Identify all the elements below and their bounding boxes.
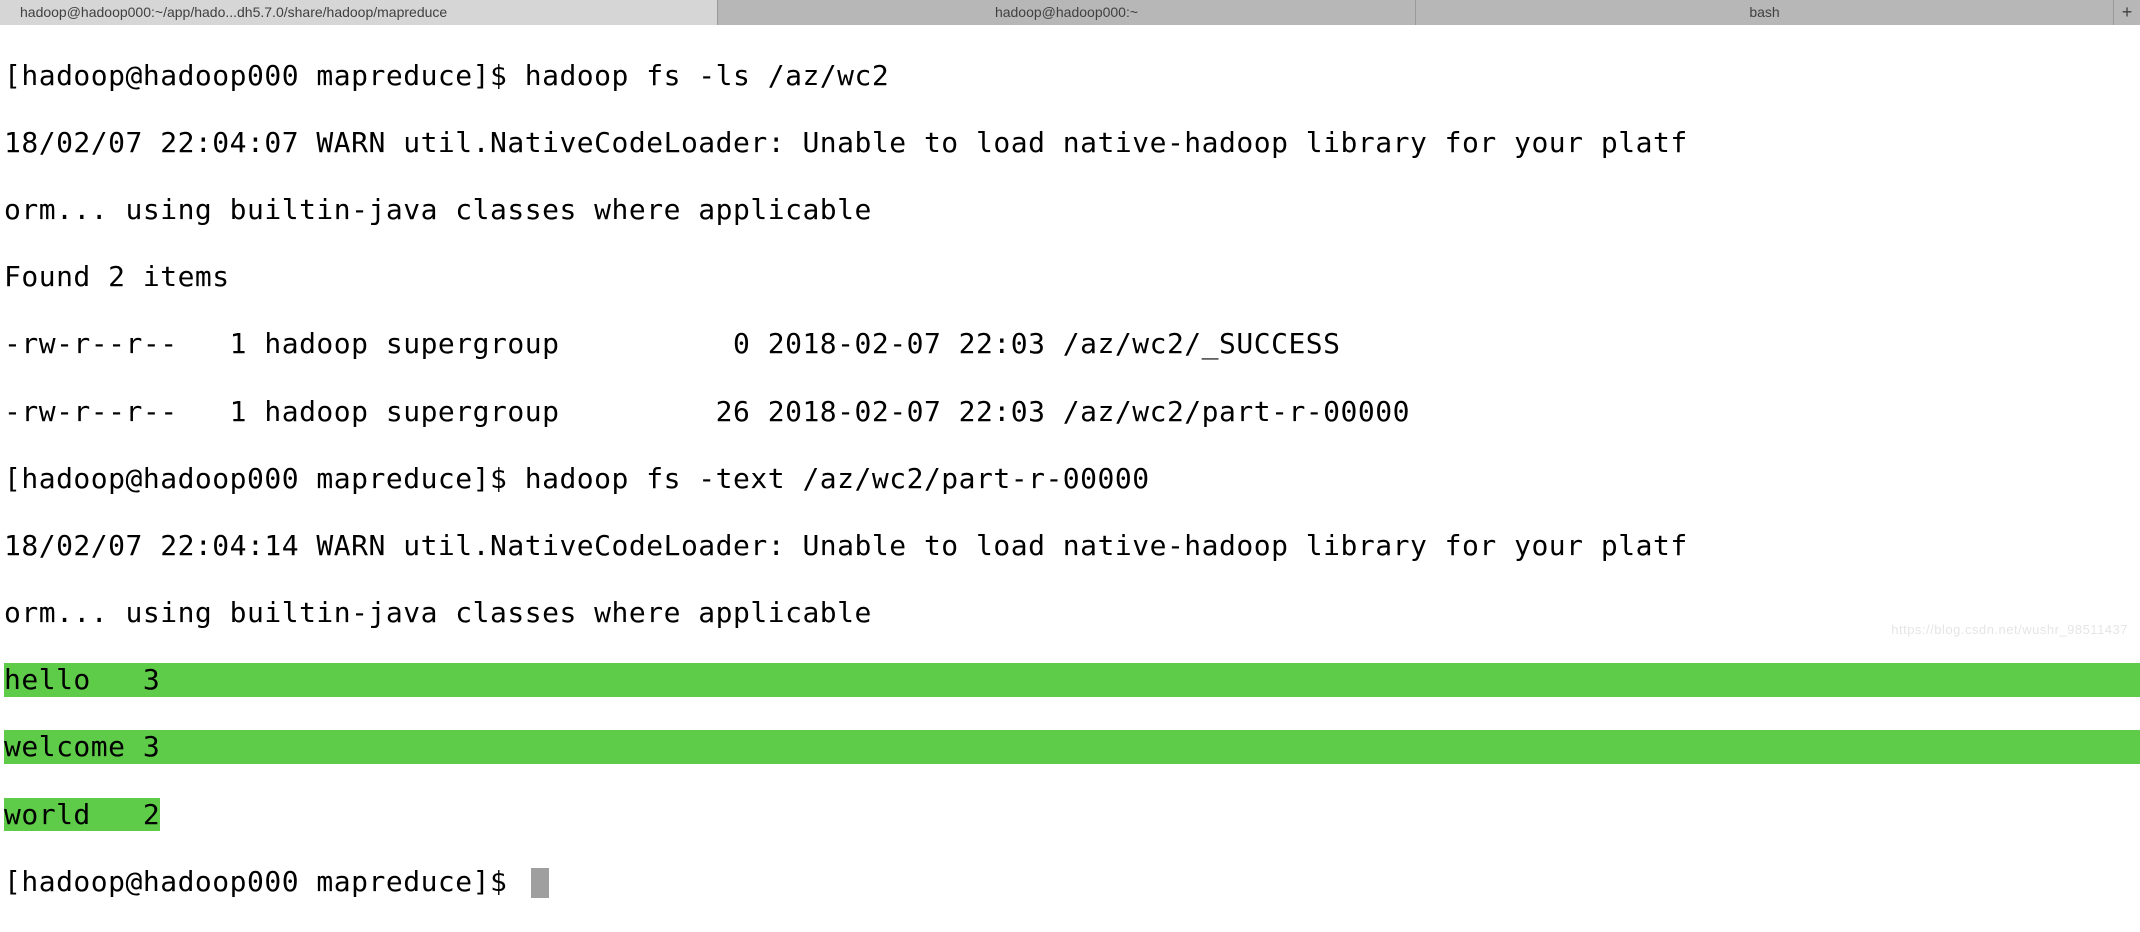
terminal-line: [hadoop@hadoop000 mapreduce]$ hadoop fs … (0, 462, 2140, 496)
tab-inactive-2[interactable]: bash (1416, 0, 2114, 25)
terminal-line: -rw-r--r-- 1 hadoop supergroup 0 2018-02… (0, 327, 2140, 361)
tab-active[interactable]: hadoop@hadoop000:~/app/hado...dh5.7.0/sh… (0, 0, 718, 25)
terminal-line-highlight: world 2 (0, 798, 2140, 832)
selected-text: welcome 3 (4, 730, 2140, 764)
tab-label: hadoop@hadoop000:~ (995, 4, 1138, 21)
tab-inactive-1[interactable]: hadoop@hadoop000:~ (718, 0, 1416, 25)
terminal-line: orm... using builtin-java classes where … (0, 596, 2140, 630)
terminal-line: Found 2 items (0, 260, 2140, 294)
prompt-text: [hadoop@hadoop000 mapreduce]$ (4, 865, 525, 898)
selected-text: world 2 (4, 798, 160, 831)
terminal-line: orm... using builtin-java classes where … (0, 193, 2140, 227)
tab-label: hadoop@hadoop000:~/app/hado...dh5.7.0/sh… (20, 4, 447, 21)
terminal-output[interactable]: [hadoop@hadoop000 mapreduce]$ hadoop fs … (0, 25, 2140, 932)
selected-text: hello 3 (4, 663, 2140, 697)
terminal-line: 18/02/07 22:04:07 WARN util.NativeCodeLo… (0, 126, 2140, 160)
terminal-prompt-line: [hadoop@hadoop000 mapreduce]$ (0, 865, 2140, 899)
terminal-line: [hadoop@hadoop000 mapreduce]$ hadoop fs … (0, 59, 2140, 93)
tab-bar: hadoop@hadoop000:~/app/hado...dh5.7.0/sh… (0, 0, 2140, 25)
tab-label: bash (1749, 4, 1779, 21)
plus-icon: + (2122, 2, 2133, 24)
watermark-text: https://blog.csdn.net/wushr_98511437 (1891, 622, 2128, 638)
terminal-line: -rw-r--r-- 1 hadoop supergroup 26 2018-0… (0, 395, 2140, 429)
add-tab-button[interactable]: + (2114, 0, 2140, 25)
terminal-line-highlight: welcome 3 (0, 730, 2140, 764)
cursor-icon (531, 868, 549, 898)
terminal-line: 18/02/07 22:04:14 WARN util.NativeCodeLo… (0, 529, 2140, 563)
terminal-line-highlight: hello 3 (0, 663, 2140, 697)
